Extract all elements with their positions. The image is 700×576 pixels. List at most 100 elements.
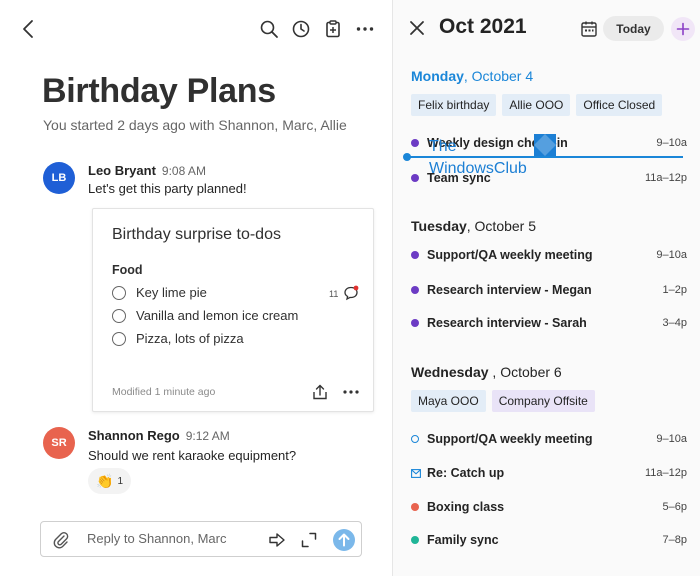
- reply-input[interactable]: [87, 531, 237, 546]
- day-header-wednesday: Wednesday , October 6: [411, 364, 562, 380]
- event-title: Boxing class: [427, 500, 505, 514]
- event-time: 11a–12p: [644, 172, 687, 184]
- reaction-chip[interactable]: 👏 1: [88, 468, 131, 494]
- conversation-toolbar: [258, 18, 376, 40]
- close-icon[interactable]: [408, 19, 426, 37]
- avatar[interactable]: LB: [43, 162, 75, 194]
- event-time: 9–10a: [656, 137, 687, 149]
- conversation-subtitle: You started 2 days ago with Shannon, Mar…: [43, 117, 347, 133]
- more-options-icon[interactable]: [354, 18, 376, 40]
- author-name: Leo Bryant: [88, 163, 156, 178]
- message-author: Shannon Rego 9:12 AM: [88, 428, 230, 443]
- author-name: Shannon Rego: [88, 428, 180, 443]
- calendar-event[interactable]: Re: Catch up 11a–12p: [411, 464, 687, 482]
- day-header-tuesday: Tuesday, October 5: [411, 218, 536, 234]
- day-date: , October 6: [488, 364, 562, 380]
- message-text: Let's get this party planned!: [88, 181, 247, 196]
- clipboard-add-icon[interactable]: [322, 18, 344, 40]
- send-icon[interactable]: [332, 528, 356, 552]
- watermark-text-line2: WindowsClub: [429, 160, 527, 177]
- conversation-title: Birthday Plans: [42, 72, 276, 110]
- attach-icon[interactable]: [51, 530, 71, 550]
- todo-checkbox[interactable]: [112, 331, 126, 346]
- reaction-count: 1: [117, 475, 123, 487]
- all-day-chip[interactable]: Company Offsite: [491, 390, 595, 412]
- event-color-dot: [411, 139, 419, 147]
- clock-icon[interactable]: [290, 18, 312, 40]
- today-button[interactable]: Today: [603, 16, 664, 41]
- event-time: 5–6p: [662, 501, 687, 513]
- event-title: Research interview - Sarah: [427, 316, 587, 330]
- day-name: Tuesday: [411, 218, 467, 234]
- forward-arrow-icon[interactable]: [267, 530, 287, 550]
- current-time-dot: [403, 153, 411, 161]
- card-more-icon[interactable]: [342, 383, 360, 401]
- event-title: Research interview - Megan: [427, 283, 592, 297]
- watermark-text-line1: The: [429, 138, 457, 155]
- calendar-month-title: Oct 2021: [439, 15, 527, 38]
- event-time: 9–10a: [656, 433, 687, 445]
- calendar-event[interactable]: Support/QA weekly meeting 9–10a: [411, 430, 687, 448]
- event-color-dot: [411, 319, 419, 327]
- avatar[interactable]: SR: [43, 427, 75, 459]
- event-color-dot: [411, 536, 419, 544]
- calendar-event[interactable]: Research interview - Sarah 3–4p: [411, 314, 687, 332]
- event-time: 9–10a: [656, 249, 687, 261]
- day-header-monday: Monday, October 4: [411, 68, 533, 84]
- todo-item: Vanilla and lemon ice cream: [112, 308, 298, 323]
- all-day-chip[interactable]: Maya OOO: [411, 390, 486, 412]
- mail-icon: [411, 468, 421, 478]
- todo-card[interactable]: Birthday surprise to-dos Food Key lime p…: [92, 208, 374, 412]
- plus-icon: [676, 22, 690, 36]
- calendar-event[interactable]: Research interview - Megan 1–2p: [411, 281, 687, 299]
- event-title: Support/QA weekly meeting: [427, 248, 593, 262]
- message-time: 9:12 AM: [185, 429, 230, 443]
- clap-emoji-icon: 👏: [96, 472, 114, 489]
- event-color-dot: [411, 503, 419, 511]
- all-day-chip[interactable]: Felix birthday: [411, 94, 497, 116]
- all-day-chip[interactable]: Office Closed: [576, 94, 663, 116]
- event-title: Support/QA weekly meeting: [427, 432, 593, 446]
- event-time: 3–4p: [662, 317, 687, 329]
- calendar-event[interactable]: Family sync 7–8p: [411, 531, 687, 549]
- todo-checkbox[interactable]: [112, 308, 126, 323]
- day-name: Wednesday: [411, 364, 489, 380]
- event-time: 11a–12p: [644, 467, 687, 479]
- message-author: Leo Bryant 9:08 AM: [88, 163, 206, 178]
- calendar-icon[interactable]: [580, 20, 598, 38]
- event-color-dot: [411, 251, 419, 259]
- all-day-chip[interactable]: Allie OOO: [502, 94, 571, 116]
- event-color-dot: [411, 435, 419, 443]
- day-date: , October 4: [463, 68, 534, 84]
- day-name: Monday: [411, 68, 464, 84]
- event-time: 1–2p: [662, 284, 687, 296]
- message-time: 9:08 AM: [161, 164, 206, 178]
- calendar-event[interactable]: Support/QA weekly meeting 9–10a: [411, 246, 687, 264]
- event-title: Family sync: [427, 533, 499, 547]
- todo-checkbox[interactable]: [112, 285, 126, 300]
- comment-count: 11: [329, 289, 339, 299]
- event-color-dot: [411, 286, 419, 294]
- expand-icon[interactable]: [299, 530, 319, 550]
- todo-label: Key lime pie: [136, 285, 207, 300]
- todo-item: Key lime pie: [112, 285, 207, 300]
- calendar-event[interactable]: Boxing class 5–6p: [411, 498, 687, 516]
- all-day-events: Maya OOO Company Offsite: [411, 390, 595, 412]
- share-icon[interactable]: [311, 383, 329, 401]
- card-title: Birthday surprise to-dos: [112, 226, 281, 243]
- todo-label: Vanilla and lemon ice cream: [136, 308, 299, 323]
- add-event-button[interactable]: [671, 17, 695, 41]
- day-date: , October 5: [466, 218, 537, 234]
- card-section-heading: Food: [112, 263, 143, 277]
- message-text: Should we rent karaoke equipment?: [88, 448, 297, 463]
- event-color-dot: [411, 174, 419, 182]
- todo-label: Pizza, lots of pizza: [136, 331, 244, 346]
- todo-item: Pizza, lots of pizza: [112, 331, 244, 346]
- search-icon[interactable]: [258, 18, 280, 40]
- modified-text: Modified 1 minute ago: [112, 386, 216, 398]
- calendar-pane: Oct 2021 Today Monday, October 4 Felix b…: [392, 0, 700, 576]
- all-day-events: Felix birthday Allie OOO Office Closed: [411, 94, 663, 116]
- back-arrow-icon[interactable]: [18, 18, 40, 40]
- conversation-pane: Birthday Plans You started 2 days ago wi…: [0, 0, 392, 576]
- comment-icon[interactable]: [343, 285, 359, 301]
